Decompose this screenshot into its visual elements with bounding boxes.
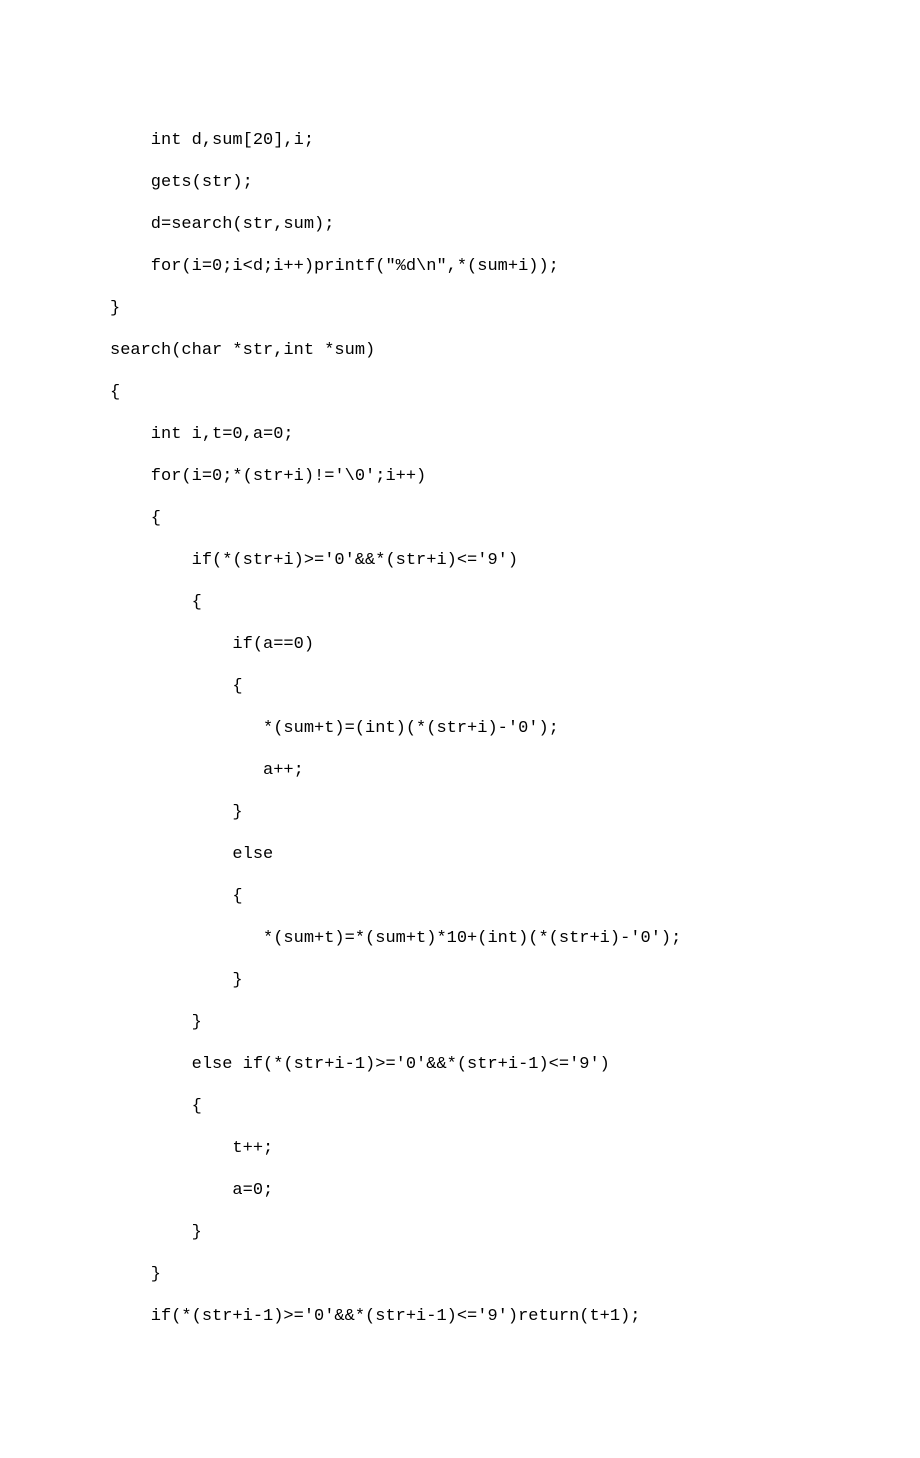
code-page: int d,sum[20],i; gets(str); d=search(str… — [0, 0, 920, 1458]
code-block: int d,sum[20],i; gets(str); d=search(str… — [110, 131, 681, 1326]
